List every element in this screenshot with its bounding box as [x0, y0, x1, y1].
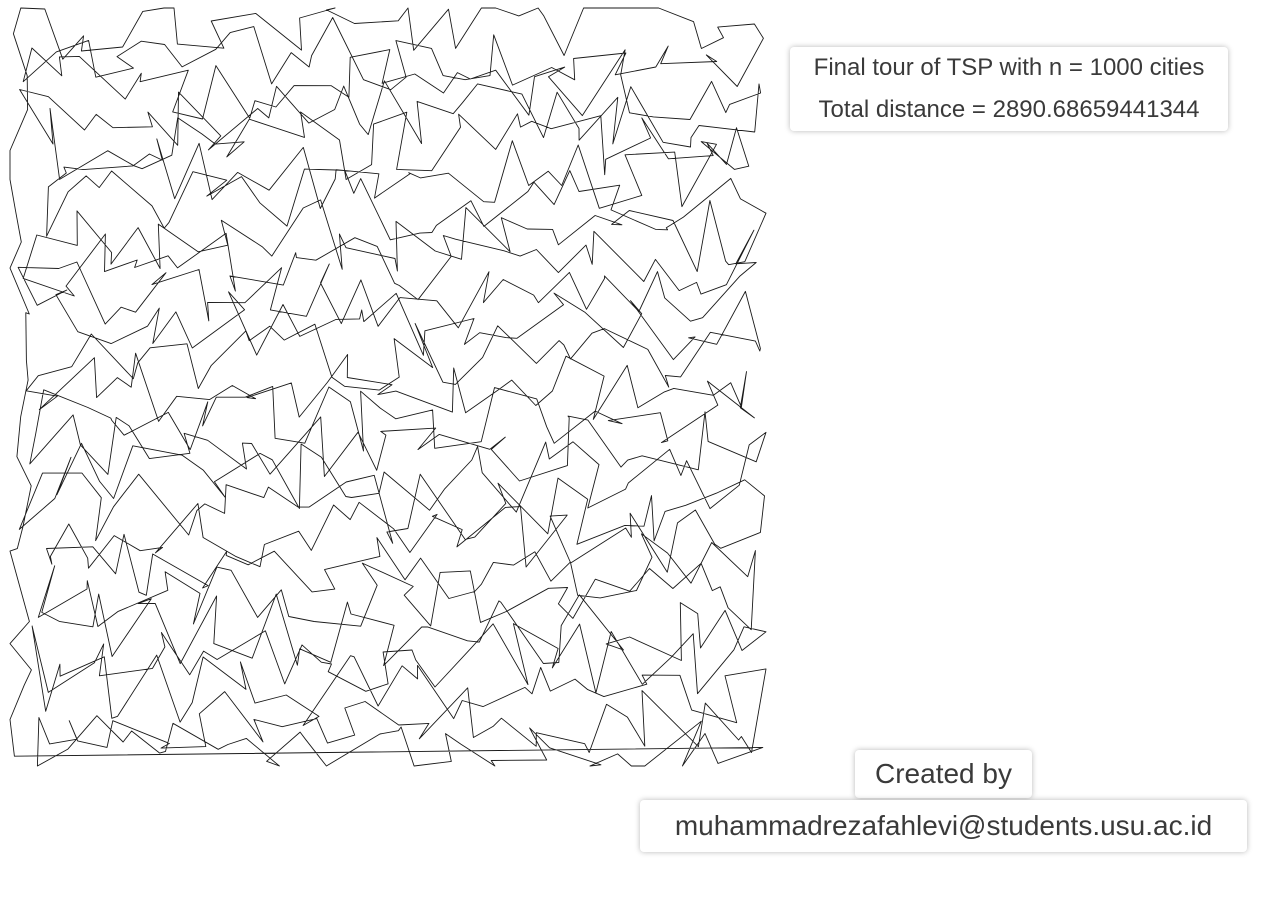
author-email: muhammadrezafahlevi@students.usu.ac.id	[640, 800, 1247, 852]
tsp-tour-plot	[9, 7, 767, 767]
created-by-label: Created by	[855, 750, 1032, 798]
tour-path	[9, 7, 767, 767]
tour-info-panel: Final tour of TSP with n = 1000 cities T…	[790, 47, 1228, 131]
tour-title: Final tour of TSP with n = 1000 cities	[813, 54, 1205, 81]
total-distance: Total distance = 2890.68659441344	[818, 96, 1200, 123]
